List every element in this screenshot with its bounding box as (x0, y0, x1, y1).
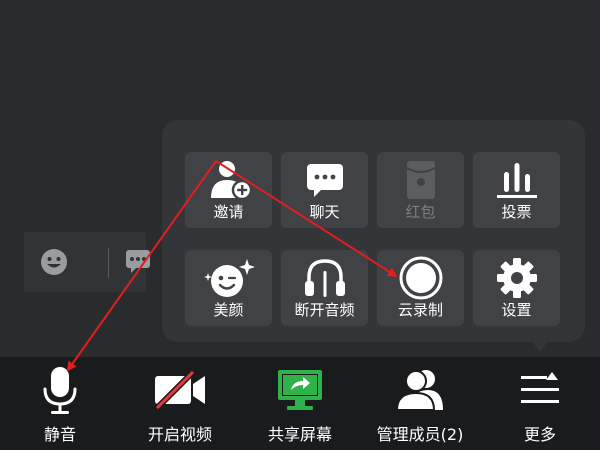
tile-label: 聊天 (309, 203, 340, 221)
chat-bubble-icon (281, 160, 368, 200)
panel-pointer (531, 340, 549, 352)
quick-reaction-bar (24, 232, 150, 292)
disconnect-audio-tile[interactable]: 断开音频 (281, 250, 368, 326)
tile-label: 设置 (501, 301, 532, 319)
beauty-tile[interactable]: 美颜 (185, 250, 272, 326)
mute-label: 静音 (43, 425, 76, 444)
cloud-record-tile[interactable]: 云录制 (377, 250, 464, 326)
invite-user-icon (185, 160, 272, 200)
beauty-face-icon (185, 258, 272, 298)
mute-button[interactable]: 静音 (0, 357, 120, 450)
start-video-label: 开启视频 (147, 425, 212, 444)
headphones-icon (281, 258, 368, 298)
tile-label: 投票 (501, 203, 532, 221)
tile-label: 断开音频 (294, 301, 355, 319)
tile-label: 红包 (405, 203, 436, 221)
emoji-icon[interactable] (40, 248, 68, 280)
tile-label: 云录制 (397, 301, 443, 319)
more-label: 更多 (523, 425, 556, 444)
more-panel: 邀请 聊天 红包 投票 美颜 断开音频 云录制 设置 (162, 120, 585, 342)
red-packet-icon (377, 160, 464, 200)
chat-tile[interactable]: 聊天 (281, 152, 368, 228)
invite-tile[interactable]: 邀请 (185, 152, 272, 228)
members-icon (360, 365, 480, 415)
settings-tile[interactable]: 设置 (473, 250, 560, 326)
chat-icon[interactable] (125, 248, 151, 280)
divider (108, 248, 109, 278)
start-video-button[interactable]: 开启视频 (120, 357, 240, 450)
record-circle-icon (377, 256, 464, 300)
tile-label: 邀请 (213, 203, 244, 221)
gear-icon (473, 258, 560, 298)
manage-members-button[interactable]: 管理成员(2) (360, 357, 480, 450)
more-menu-icon (480, 365, 600, 415)
share-screen-icon (240, 365, 360, 415)
manage-members-label: 管理成员(2) (376, 425, 464, 444)
share-screen-label: 共享屏幕 (267, 425, 332, 444)
bottom-toolbar: 静音 开启视频 共享屏幕 管理成员(2) 更多 (0, 357, 600, 450)
video-off-icon (120, 365, 240, 415)
more-button[interactable]: 更多 (480, 357, 600, 450)
vote-tile[interactable]: 投票 (473, 152, 560, 228)
microphone-icon (0, 365, 120, 415)
tile-label: 美颜 (213, 301, 244, 319)
red-packet-tile: 红包 (377, 152, 464, 228)
share-screen-button[interactable]: 共享屏幕 (240, 357, 360, 450)
vote-bars-icon (473, 160, 560, 200)
